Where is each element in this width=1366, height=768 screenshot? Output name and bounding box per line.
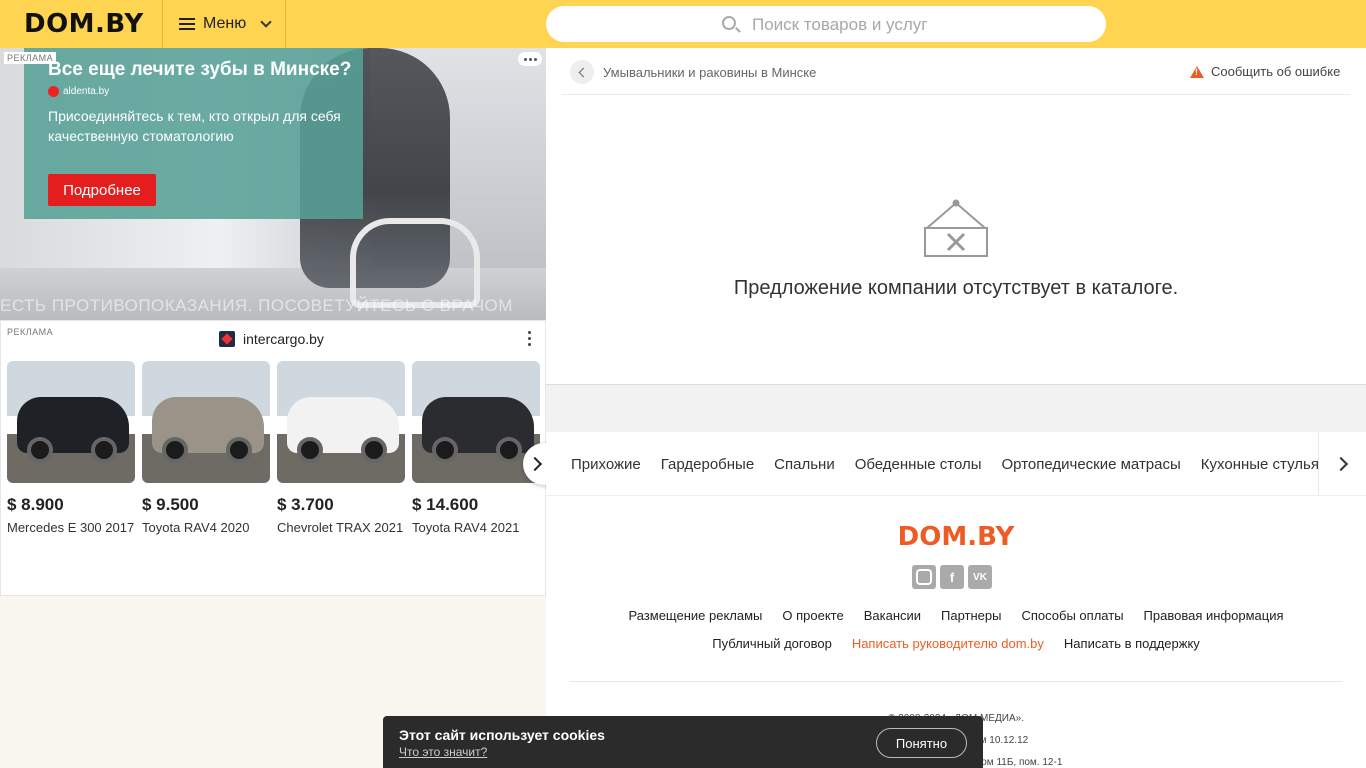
ad-site[interactable]: aldenta.by [48,86,109,97]
cookie-accept-button[interactable]: Понятно [876,728,967,758]
more-options-icon[interactable] [525,331,533,346]
category-link[interactable]: Гардеробные [661,456,754,473]
vk-icon[interactable]: VK [968,565,992,589]
site-logo[interactable]: DOM.BY [24,9,144,39]
report-error-link[interactable]: Сообщить об ошибке [1190,64,1340,79]
ad-label: РЕКЛАМА [4,52,57,64]
social-links: f VK [912,565,992,589]
car-name: Chevrolet TRAX 2021 [277,520,404,535]
footer-link-director[interactable]: Написать руководителю dom.by [852,636,1044,651]
chevron-down-icon [260,15,272,28]
ad-options-icon[interactable] [518,52,542,66]
ad-disclaimer: ЕСТЬ ПРОТИВОПОКАЗАНИЯ. ПОСОВЕТУЙТЕСЬ С В… [0,296,513,315]
category-link[interactable]: Кухонные стулья [1201,456,1319,473]
footer-link[interactable]: Правовая информация [1144,608,1284,623]
cookie-banner: Этот сайт использует cookies Что это зна… [383,716,983,768]
car-list: $ 8.900 Mercedes E 300 2017 $ 9.500 Toyo… [7,361,540,535]
category-link[interactable]: Ортопедические матрасы [1002,456,1181,473]
car-price: $ 3.700 [277,495,334,514]
car-card[interactable]: $ 8.900 Mercedes E 300 2017 [7,361,135,535]
car-photo [277,361,405,483]
cookie-info-link[interactable]: Что это значит? [399,745,487,759]
report-error-label: Сообщить об ошибке [1211,64,1341,79]
header: DOM.BY Меню [0,0,1366,48]
empty-catalog-icon [924,199,988,257]
cookie-title: Этот сайт использует cookies [399,727,605,743]
section-separator [546,384,1366,432]
car-name: Mercedes E 300 2017 [7,520,135,535]
category-nav: Прихожие Гардеробные Спальни Обеденные с… [546,432,1366,496]
menu-button[interactable]: Меню [162,0,286,48]
search-bar [546,6,1106,42]
car-photo [142,361,270,483]
category-link[interactable]: Обеденные столы [855,456,982,473]
ad-label: РЕКЛАМА [7,327,54,337]
ad-site[interactable]: intercargo.by [219,331,324,347]
car-price: $ 8.900 [7,495,64,514]
car-price: $ 14.600 [412,495,479,514]
dental-ad-banner[interactable]: Все еще лечите зубы в Минске? aldenta.by… [0,48,546,320]
hamburger-icon [179,18,195,30]
warning-icon [1190,65,1204,78]
category-next-button[interactable] [1318,432,1366,495]
footer-link[interactable]: О проекте [782,608,843,623]
ad-description: Присоединяйтесь к тем, кто открыл для се… [48,108,341,144]
instagram-icon[interactable] [912,565,936,589]
ad-text-panel: Все еще лечите зубы в Минске? aldenta.by… [24,48,363,219]
cars-ad-block: РЕКЛАМА intercargo.by $ 8.900 Mercedes E… [0,320,553,596]
footer-links-row-2: Публичный договор Написать руководителю … [546,636,1366,651]
car-card[interactable]: $ 3.700 Chevrolet TRAX 2021 [277,361,405,535]
empty-message: Предложение компании отсутствует в катал… [733,277,1179,299]
ad-title: Все еще лечите зубы в Минске? [48,59,352,80]
main-content: Умывальники и раковины в Минске Сообщить… [546,48,1366,384]
category-link[interactable]: Спальни [774,456,835,473]
facebook-icon[interactable]: f [940,565,964,589]
ad-photo-chair [350,218,480,308]
footer-link[interactable]: Публичный договор [712,636,832,651]
search-icon [722,16,736,30]
back-button[interactable] [570,60,594,84]
ad-site-label: aldenta.by [63,86,110,97]
car-name: Toyota RAV4 2020 [142,520,250,535]
footer-logo[interactable]: DOM.BY [546,522,1366,552]
car-photo [7,361,135,483]
category-link[interactable]: Прихожие [571,456,641,473]
car-name: Toyota RAV4 2021 [412,520,520,535]
footer-link[interactable]: Способы оплаты [1022,608,1124,623]
car-card[interactable]: $ 14.600 Toyota RAV4 2021 [412,361,540,535]
footer-link[interactable]: Размещение рекламы [628,608,762,623]
footer-links-row-1: Размещение рекламы О проекте Вакансии Па… [546,608,1366,623]
footer-link[interactable]: Вакансии [864,608,921,623]
car-card[interactable]: $ 9.500 Toyota RAV4 2020 [142,361,270,535]
car-price: $ 9.500 [142,495,199,514]
search-input[interactable] [752,14,1072,36]
ad-more-button[interactable]: Подробнее [48,174,156,206]
footer-link[interactable]: Партнеры [941,608,1001,623]
divider [570,681,1342,682]
footer-link[interactable]: Написать в поддержку [1064,636,1200,651]
aldenta-favicon-icon [48,86,59,97]
menu-label: Меню [203,15,247,32]
breadcrumb[interactable]: Умывальники и раковины в Минске [603,65,816,80]
car-photo [412,361,540,483]
ad-site-label: intercargo.by [243,331,324,347]
intercargo-favicon-icon [219,331,235,347]
divider [562,94,1350,95]
